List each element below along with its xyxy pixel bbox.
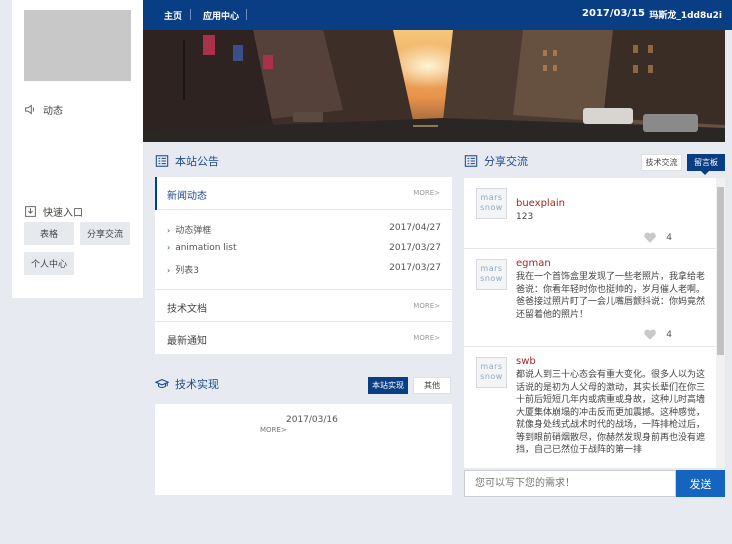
heart-icon bbox=[644, 329, 657, 340]
active-accent-bar bbox=[155, 177, 157, 210]
share-title: 分享交流 bbox=[484, 155, 528, 168]
notice-panel: 新闻动态 MORE> › 动态弹框 2017/04/27 › animation l… bbox=[155, 177, 452, 354]
tab-message-board[interactable]: 留言板 bbox=[687, 154, 725, 171]
like-count: 4 bbox=[666, 329, 672, 340]
notice-section-header: 本站公告 bbox=[155, 153, 219, 169]
like-control[interactable]: 4 bbox=[643, 231, 672, 244]
like-control[interactable]: 4 bbox=[643, 328, 672, 341]
tech-docs-label: 技术文档 bbox=[167, 304, 207, 315]
list-item-title: 列表3 bbox=[175, 266, 199, 276]
tech-section-header: 技术实现 bbox=[155, 376, 219, 392]
list-item-title: 动态弹框 bbox=[175, 226, 212, 236]
quick-entry-header: 快速入口 bbox=[24, 204, 83, 219]
news-section-row[interactable]: 新闻动态 MORE> bbox=[155, 177, 452, 210]
message-list-panel: mars snow buexplain 123 4 mars snow egman … bbox=[464, 178, 725, 468]
list-document-icon bbox=[155, 155, 169, 167]
list-item[interactable]: › 动态弹框 2017/04/27 bbox=[167, 223, 441, 236]
notice-title: 本站公告 bbox=[175, 155, 219, 168]
current-date: 2017/03/15 bbox=[582, 8, 645, 19]
list-item-date: 2017/03/27 bbox=[389, 263, 441, 273]
bullet-icon: › bbox=[167, 226, 171, 235]
more-link[interactable]: MORE> bbox=[413, 189, 440, 197]
send-button[interactable]: 发送 bbox=[676, 470, 725, 497]
bullet-icon: › bbox=[167, 266, 171, 275]
tab-other[interactable]: 其他 bbox=[413, 377, 451, 394]
message-text: 都说人到三十心态会有重大变化。很多人以为这话说的是初为人父母的激动，其实长辈们在… bbox=[516, 370, 706, 455]
banner-illustration bbox=[143, 30, 725, 142]
tech-panel: 2017/03/16 MORE> bbox=[155, 404, 452, 495]
user-avatar[interactable]: mars snow bbox=[476, 357, 507, 388]
message-username[interactable]: swb bbox=[516, 356, 536, 367]
tech-date: 2017/03/16 bbox=[286, 415, 338, 425]
quick-btn-share[interactable]: 分享交流 bbox=[80, 222, 130, 245]
list-item-title: animation list bbox=[175, 243, 237, 253]
sidebar-item-dynamic[interactable]: 动态 bbox=[24, 102, 63, 117]
more-link[interactable]: MORE> bbox=[260, 426, 287, 434]
user-avatar[interactable]: mars snow bbox=[476, 188, 507, 219]
message-item: mars snow swb 都说人到三十心态会有重大变化。很多人以为这话说的是初为… bbox=[464, 347, 717, 468]
scrollbar-thumb[interactable] bbox=[717, 187, 724, 355]
quick-entry-label: 快速入口 bbox=[43, 208, 83, 219]
quick-btn-table[interactable]: 表格 bbox=[24, 222, 74, 245]
tab-site-impl[interactable]: 本站实现 bbox=[368, 377, 408, 394]
heart-icon bbox=[644, 232, 657, 243]
message-username[interactable]: buexplain bbox=[516, 198, 565, 209]
tab-tech-exchange[interactable]: 技术交流 bbox=[641, 154, 682, 171]
nav-divider bbox=[246, 9, 247, 20]
top-nav-bar: 主页 应用中心 2017/03/15 玛斯龙_1dd8u2i bbox=[143, 0, 732, 30]
message-input[interactable] bbox=[464, 470, 676, 497]
tech-title: 技术实现 bbox=[175, 378, 219, 391]
message-item: mars snow buexplain 123 4 bbox=[464, 178, 717, 249]
message-text: 我在一个首饰盒里发现了一些老照片，我拿给老爸说：你看年轻时你也挺帅的，岁月催人老… bbox=[516, 272, 706, 320]
list-item-date: 2017/04/27 bbox=[389, 223, 441, 233]
graduation-cap-icon bbox=[155, 379, 169, 389]
speaker-icon bbox=[25, 104, 35, 115]
download-box-icon bbox=[25, 206, 36, 217]
sidebar-item-label: 动态 bbox=[43, 106, 63, 117]
message-item: mars snow egman 我在一个首饰盒里发现了一些老照片，我拿给老爸说：你… bbox=[464, 249, 717, 347]
left-sidebar: 动态 快速入口 表格 分享交流 个人中心 bbox=[12, 0, 143, 298]
list-item-date: 2017/03/27 bbox=[389, 243, 441, 253]
nav-apps[interactable]: 应用中心 bbox=[203, 9, 239, 22]
active-tab-pointer bbox=[701, 171, 709, 175]
latest-notice-row[interactable]: 最新通知 MORE> bbox=[155, 322, 452, 355]
share-section-header: 分享交流 bbox=[464, 153, 528, 169]
list-item[interactable]: › 列表3 2017/03/27 bbox=[167, 263, 441, 276]
list-item[interactable]: › animation list 2017/03/27 bbox=[167, 243, 441, 253]
avatar[interactable] bbox=[24, 10, 131, 81]
news-section-label: 新闻动态 bbox=[167, 191, 207, 202]
user-avatar[interactable]: mars snow bbox=[476, 259, 507, 290]
city-banner-image bbox=[143, 30, 725, 142]
bullet-icon: › bbox=[167, 243, 171, 252]
list-document-icon bbox=[464, 155, 478, 167]
more-link[interactable]: MORE> bbox=[413, 302, 440, 310]
message-username[interactable]: egman bbox=[516, 258, 551, 269]
tech-docs-row[interactable]: 技术文档 MORE> bbox=[155, 289, 452, 322]
message-text: 123 bbox=[516, 212, 534, 222]
nav-home[interactable]: 主页 bbox=[164, 9, 182, 22]
username[interactable]: 玛斯龙_1dd8u2i bbox=[649, 8, 722, 21]
quick-btn-profile[interactable]: 个人中心 bbox=[24, 252, 74, 275]
like-count: 4 bbox=[666, 232, 672, 243]
nav-divider bbox=[190, 9, 191, 20]
message-scrollbar[interactable] bbox=[716, 178, 725, 468]
more-link[interactable]: MORE> bbox=[413, 334, 440, 342]
latest-notice-label: 最新通知 bbox=[167, 336, 207, 347]
